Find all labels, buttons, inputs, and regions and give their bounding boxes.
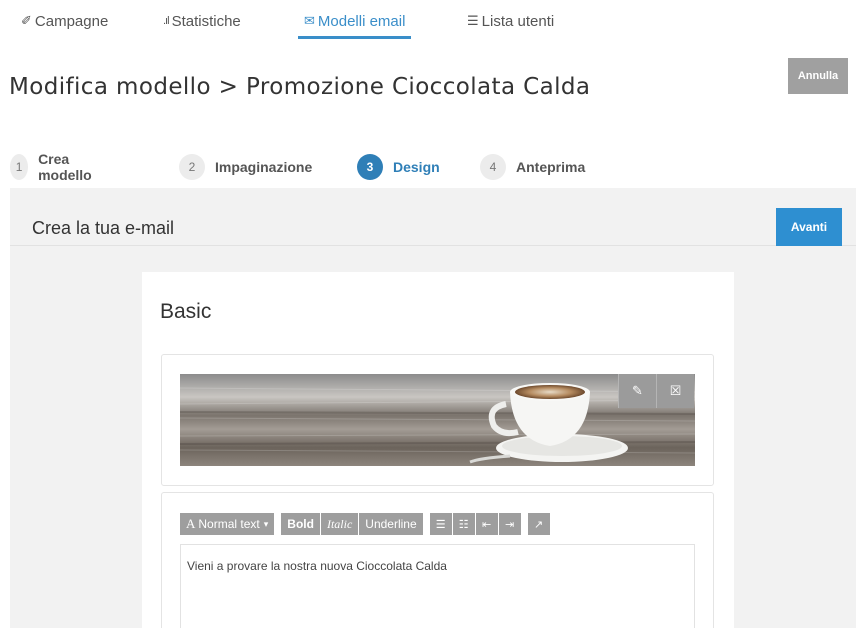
outdent-icon[interactable]: ⇤: [475, 513, 498, 535]
nav-tab-statistiche[interactable]: .ıl Statistiche: [157, 6, 247, 36]
nav-tab-campagne[interactable]: ✐ Campagne: [15, 6, 114, 36]
panel-title: Crea la tua e-mail: [32, 218, 175, 238]
step-label: Anteprima: [516, 159, 586, 175]
design-panel: Crea la tua e-mail Avanti Basic ✎ ☒ A No…: [10, 188, 856, 628]
nav-tab-label: Modelli email: [317, 12, 406, 30]
step-label: Crea modello: [38, 151, 92, 183]
rich-text-toolbar: A Normal text ▾ Bold Italic Underline ☰ …: [180, 513, 551, 535]
unordered-list-icon[interactable]: ☰: [429, 513, 452, 535]
image-block[interactable]: ✎ ☒: [161, 354, 714, 486]
indent-icon[interactable]: ⇥: [498, 513, 521, 535]
bar-chart-icon: .ıl: [163, 15, 169, 27]
template-name: Basic: [160, 300, 212, 323]
bold-button[interactable]: Bold: [281, 513, 320, 535]
email-body-editor[interactable]: Vieni a provare la nostra nuova Cioccola…: [180, 544, 695, 628]
step-number: 2: [179, 154, 205, 180]
step-label: Design: [393, 159, 440, 175]
ordered-list-icon[interactable]: ☷: [452, 513, 475, 535]
link-icon[interactable]: ↗: [527, 513, 550, 535]
step-crea-modello[interactable]: 1 Crea modello: [10, 150, 100, 184]
text-format-icon: A: [186, 516, 196, 531]
step-number: 3: [357, 154, 383, 180]
step-impaginazione[interactable]: 2 Impaginazione: [179, 150, 312, 184]
underline-button[interactable]: Underline: [359, 513, 423, 535]
pencil-icon[interactable]: ✎: [618, 374, 656, 408]
top-navigation: ✐ Campagne .ıl Statistiche ✉ Modelli ema…: [0, 0, 856, 44]
format-dropdown[interactable]: A Normal text ▾: [180, 513, 275, 535]
step-anteprima[interactable]: 4 Anteprima: [480, 150, 585, 184]
trash-icon[interactable]: ☒: [656, 374, 694, 408]
panel-header: Crea la tua e-mail Avanti: [10, 188, 856, 246]
next-button[interactable]: Avanti: [776, 208, 842, 246]
page-title: Modifica modello > Promozione Cioccolata…: [9, 74, 591, 100]
template-card: Basic ✎ ☒ A Normal text ▾ Bold Italic Un…: [142, 272, 734, 628]
step-number: 4: [480, 154, 506, 180]
megaphone-icon: ✐: [21, 13, 32, 28]
step-label: Impaginazione: [215, 159, 313, 175]
nav-tab-label: Lista utenti: [481, 12, 555, 30]
format-label: Normal text: [198, 517, 260, 531]
list-icon: ☰: [467, 13, 479, 28]
nav-tab-label: Statistiche: [171, 12, 241, 30]
step-number: 1: [10, 154, 29, 180]
nav-tab-modelli-email[interactable]: ✉ Modelli email: [298, 6, 412, 39]
nav-tab-label: Campagne: [34, 12, 109, 30]
text-block[interactable]: A Normal text ▾ Bold Italic Underline ☰ …: [161, 492, 714, 628]
cancel-button[interactable]: Annulla: [788, 58, 848, 94]
image-tools: ✎ ☒: [618, 374, 694, 408]
italic-button[interactable]: Italic: [320, 513, 359, 535]
envelope-icon: ✉: [304, 13, 315, 28]
caret-down-icon: ▾: [263, 518, 269, 529]
step-design[interactable]: 3 Design: [357, 150, 440, 184]
nav-tab-lista-utenti[interactable]: ☰ Lista utenti: [461, 6, 560, 36]
